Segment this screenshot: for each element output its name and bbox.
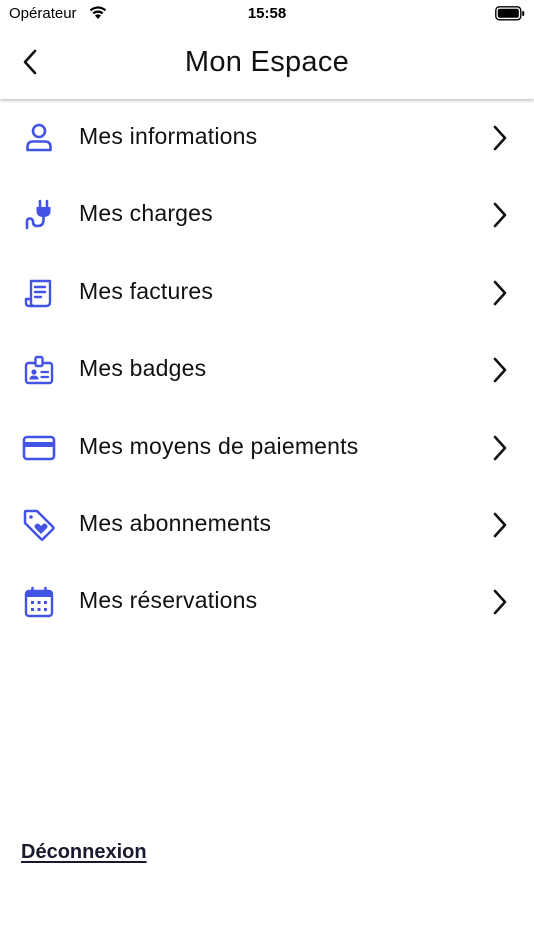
- menu-item-paiements[interactable]: Mes moyens de paiements: [0, 409, 534, 486]
- menu-item-charges[interactable]: Mes charges: [0, 176, 534, 253]
- receipt-icon: [22, 276, 56, 310]
- menu-item-label: Mes charges: [79, 200, 213, 227]
- plug-icon: [22, 198, 56, 232]
- chevron-right-icon: [486, 433, 512, 463]
- menu-item-label: Mes abonnements: [79, 509, 272, 536]
- chevron-right-icon: [486, 510, 512, 540]
- chevron-right-icon: [486, 200, 512, 230]
- menu-item-reservations[interactable]: Mes réservations: [0, 563, 534, 640]
- menu-item-label: Mes factures: [79, 277, 214, 304]
- menu-item-label: Mes badges: [79, 355, 207, 382]
- chevron-right-icon: [486, 587, 512, 617]
- chevron-right-icon: [486, 355, 512, 385]
- page-title: Mon Espace: [184, 46, 350, 78]
- battery-icon: [495, 6, 525, 26]
- tag-heart-icon: [22, 508, 56, 542]
- calendar-icon: [22, 585, 56, 619]
- menu-item-label: Mes réservations: [79, 587, 258, 614]
- menu-item-label: Mes moyens de paiements: [79, 432, 359, 459]
- menu-item-informations[interactable]: Mes informations: [0, 99, 534, 176]
- nav-bar: Mon Espace: [0, 28, 534, 99]
- account-menu: Mes informations Mes charges Mes facture…: [0, 99, 534, 641]
- user-icon: [22, 121, 56, 155]
- menu-item-label: Mes informations: [79, 123, 258, 149]
- menu-item-abonnements[interactable]: Mes abonnements: [0, 486, 534, 563]
- badge-icon: [22, 353, 56, 387]
- menu-item-factures[interactable]: Mes factures: [0, 254, 534, 331]
- chevron-right-icon: [486, 123, 512, 153]
- chevron-right-icon: [486, 278, 512, 308]
- menu-item-badges[interactable]: Mes badges: [0, 331, 534, 408]
- credit-card-icon: [22, 431, 56, 465]
- logout-link[interactable]: Déconnexion: [21, 841, 147, 864]
- status-clock: 15:58: [247, 5, 287, 22]
- status-bar: Opérateur 15:58: [0, 0, 534, 28]
